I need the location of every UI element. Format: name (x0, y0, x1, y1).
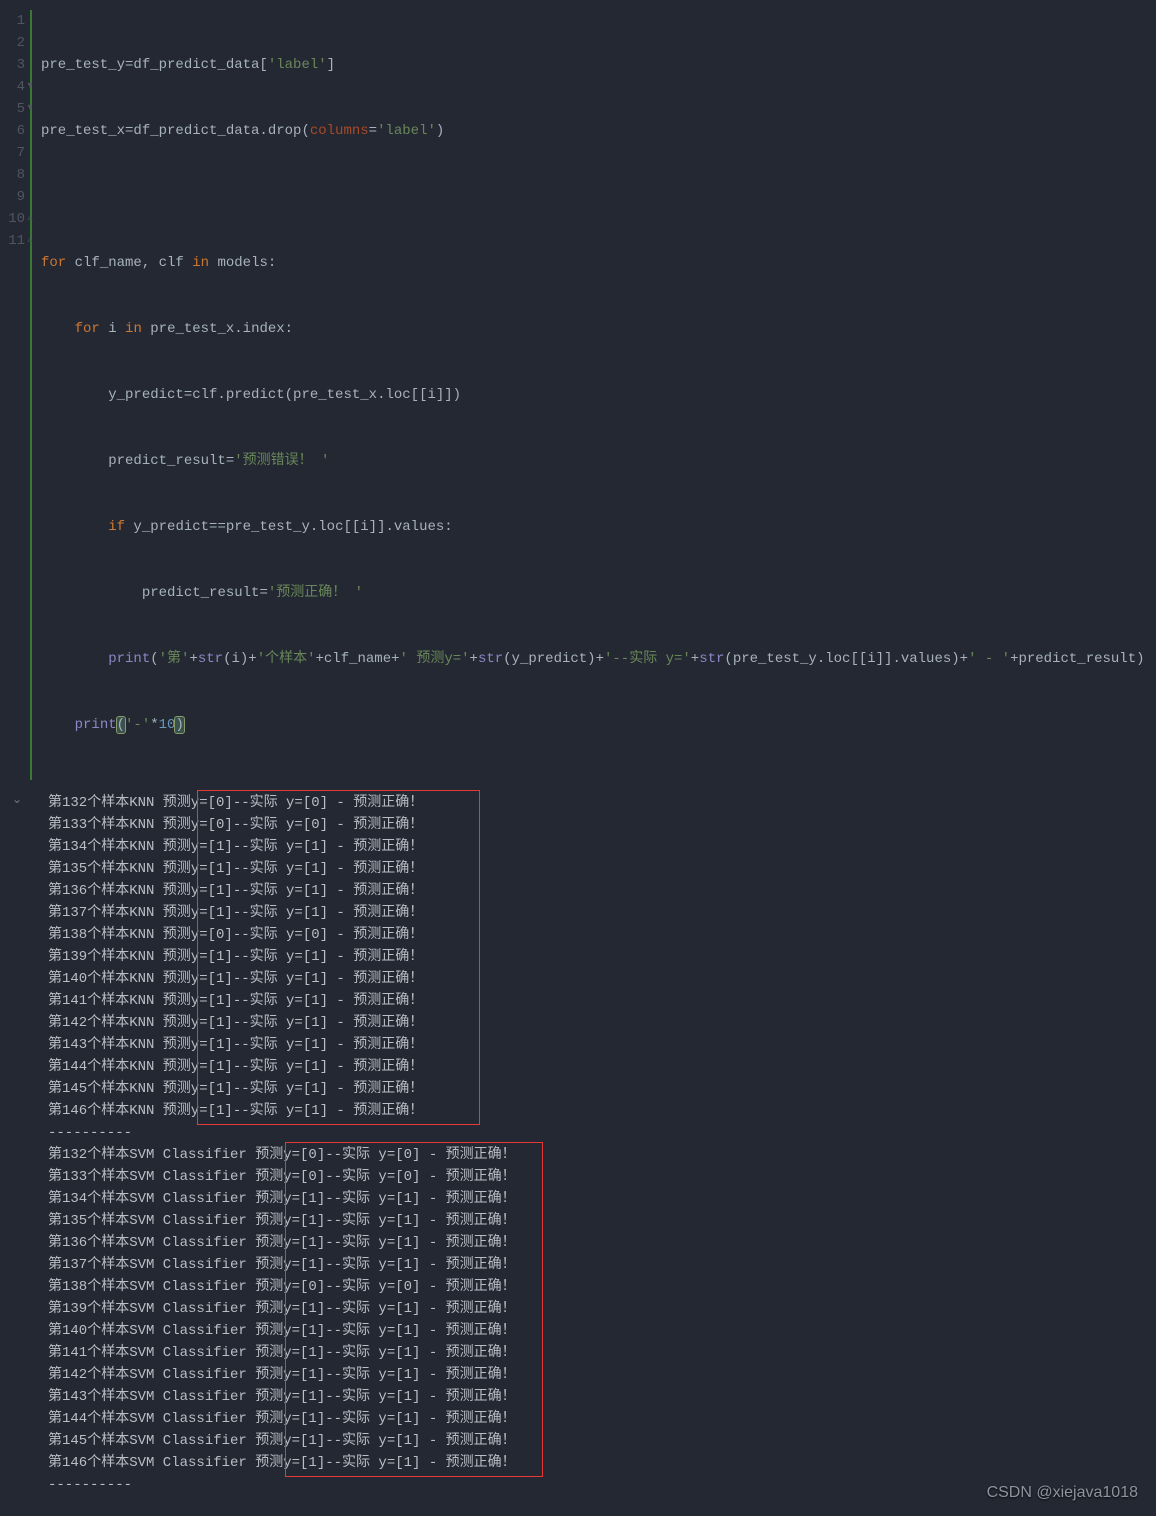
output-line: 第133个样本SVM Classifier 预测y=[0]--实际 y=[0] … (48, 1166, 1156, 1188)
line-number: 5 (0, 98, 25, 120)
code-line[interactable] (41, 186, 1156, 208)
code-line[interactable]: for clf_name, clf in models: (41, 252, 1156, 274)
output-line: 第144个样本SVM Classifier 预测y=[1]--实际 y=[1] … (48, 1408, 1156, 1430)
line-number: 2 (0, 32, 25, 54)
output-line: 第142个样本SVM Classifier 预测y=[1]--实际 y=[1] … (48, 1364, 1156, 1386)
code-line[interactable]: if y_predict==pre_test_y.loc[[i]].values… (41, 516, 1156, 538)
output-line: 第146个样本KNN 预测y=[1]--实际 y=[1] - 预测正确！ (48, 1100, 1156, 1122)
line-number: 10 (0, 208, 25, 230)
code-area[interactable]: pre_test_y=df_predict_data['label'] pre_… (35, 10, 1156, 780)
output-line: 第135个样本SVM Classifier 预测y=[1]--实际 y=[1] … (48, 1210, 1156, 1232)
line-number: 11 (0, 230, 25, 252)
fold-end-icon: ▵ (25, 208, 35, 230)
output-line: 第139个样本SVM Classifier 预测y=[1]--实际 y=[1] … (48, 1298, 1156, 1320)
output-line: 第133个样本KNN 预测y=[0]--实际 y=[0] - 预测正确！ (48, 814, 1156, 836)
code-line[interactable]: print('第'+str(i)+'个样本'+clf_name+' 预测y='+… (41, 648, 1156, 670)
code-line[interactable]: y_predict=clf.predict(pre_test_x.loc[[i]… (41, 384, 1156, 406)
output-line: 第139个样本KNN 预测y=[1]--实际 y=[1] - 预测正确！ (48, 946, 1156, 968)
output-line: 第143个样本SVM Classifier 预测y=[1]--实际 y=[1] … (48, 1386, 1156, 1408)
code-line[interactable]: pre_test_x=df_predict_data.drop(columns=… (41, 120, 1156, 142)
output-line: 第140个样本KNN 预测y=[1]--实际 y=[1] - 预测正确！ (48, 968, 1156, 990)
output-line: 第138个样本SVM Classifier 预测y=[0]--实际 y=[0] … (48, 1276, 1156, 1298)
output-line: 第137个样本KNN 预测y=[1]--实际 y=[1] - 预测正确！ (48, 902, 1156, 924)
code-line[interactable]: for i in pre_test_x.index: (41, 318, 1156, 340)
output-line: 第141个样本KNN 预测y=[1]--实际 y=[1] - 预测正确！ (48, 990, 1156, 1012)
output-line: 第132个样本SVM Classifier 预测y=[0]--实际 y=[0] … (48, 1144, 1156, 1166)
output-line: 第137个样本SVM Classifier 预测y=[1]--实际 y=[1] … (48, 1254, 1156, 1276)
fold-gutter[interactable]: ▾ ▾ ▵ ▵ (27, 10, 35, 780)
output-separator: ---------- (48, 1122, 1156, 1144)
code-editor[interactable]: 1 2 3 4 5 6 7 8 9 10 11 ▾ ▾ ▵ ▵ pre_test… (0, 0, 1156, 780)
output-line: 第138个样本KNN 预测y=[0]--实际 y=[0] - 预测正确！ (48, 924, 1156, 946)
line-number: 4 (0, 76, 25, 98)
output-panel[interactable]: ⌄ 第132个样本KNN 预测y=[0]--实际 y=[0] - 预测正确！ 第… (0, 780, 1156, 1516)
output-line: 第145个样本SVM Classifier 预测y=[1]--实际 y=[1] … (48, 1430, 1156, 1452)
fold-marker-icon[interactable]: ▾ (25, 98, 35, 120)
fold-end-icon: ▵ (25, 230, 35, 252)
line-number: 1 (0, 10, 25, 32)
line-number: 8 (0, 164, 25, 186)
output-line: 第146个样本SVM Classifier 预测y=[1]--实际 y=[1] … (48, 1452, 1156, 1474)
output-line: 第135个样本KNN 预测y=[1]--实际 y=[1] - 预测正确！ (48, 858, 1156, 880)
line-number: 9 (0, 186, 25, 208)
line-number: 6 (0, 120, 25, 142)
output-line: 第143个样本KNN 预测y=[1]--实际 y=[1] - 预测正确！ (48, 1034, 1156, 1056)
code-line[interactable]: print('-'*10) (41, 714, 1156, 736)
fold-marker-icon[interactable]: ▾ (25, 76, 35, 98)
output-line: 第144个样本KNN 预测y=[1]--实际 y=[1] - 预测正确！ (48, 1056, 1156, 1078)
code-line[interactable]: predict_result='预测正确！ ' (41, 582, 1156, 604)
output-line: 第132个样本KNN 预测y=[0]--实际 y=[0] - 预测正确！ (48, 792, 1156, 814)
output-line: 第136个样本SVM Classifier 预测y=[1]--实际 y=[1] … (48, 1232, 1156, 1254)
output-line: 第142个样本KNN 预测y=[1]--实际 y=[1] - 预测正确！ (48, 1012, 1156, 1034)
output-line: 第145个样本KNN 预测y=[1]--实际 y=[1] - 预测正确！ (48, 1078, 1156, 1100)
line-number: 3 (0, 54, 25, 76)
watermark-text: CSDN @xiejava1018 (987, 1484, 1138, 1502)
line-number: 7 (0, 142, 25, 164)
output-line: 第141个样本SVM Classifier 预测y=[1]--实际 y=[1] … (48, 1342, 1156, 1364)
output-line: 第134个样本KNN 预测y=[1]--实际 y=[1] - 预测正确！ (48, 836, 1156, 858)
code-line[interactable]: pre_test_y=df_predict_data['label'] (41, 54, 1156, 76)
output-line: 第134个样本SVM Classifier 预测y=[1]--实际 y=[1] … (48, 1188, 1156, 1210)
output-line: 第136个样本KNN 预测y=[1]--实际 y=[1] - 预测正确！ (48, 880, 1156, 902)
code-line[interactable]: predict_result='预测错误！ ' (41, 450, 1156, 472)
line-number-gutter: 1 2 3 4 5 6 7 8 9 10 11 (0, 10, 27, 780)
output-line: 第140个样本SVM Classifier 预测y=[1]--实际 y=[1] … (48, 1320, 1156, 1342)
